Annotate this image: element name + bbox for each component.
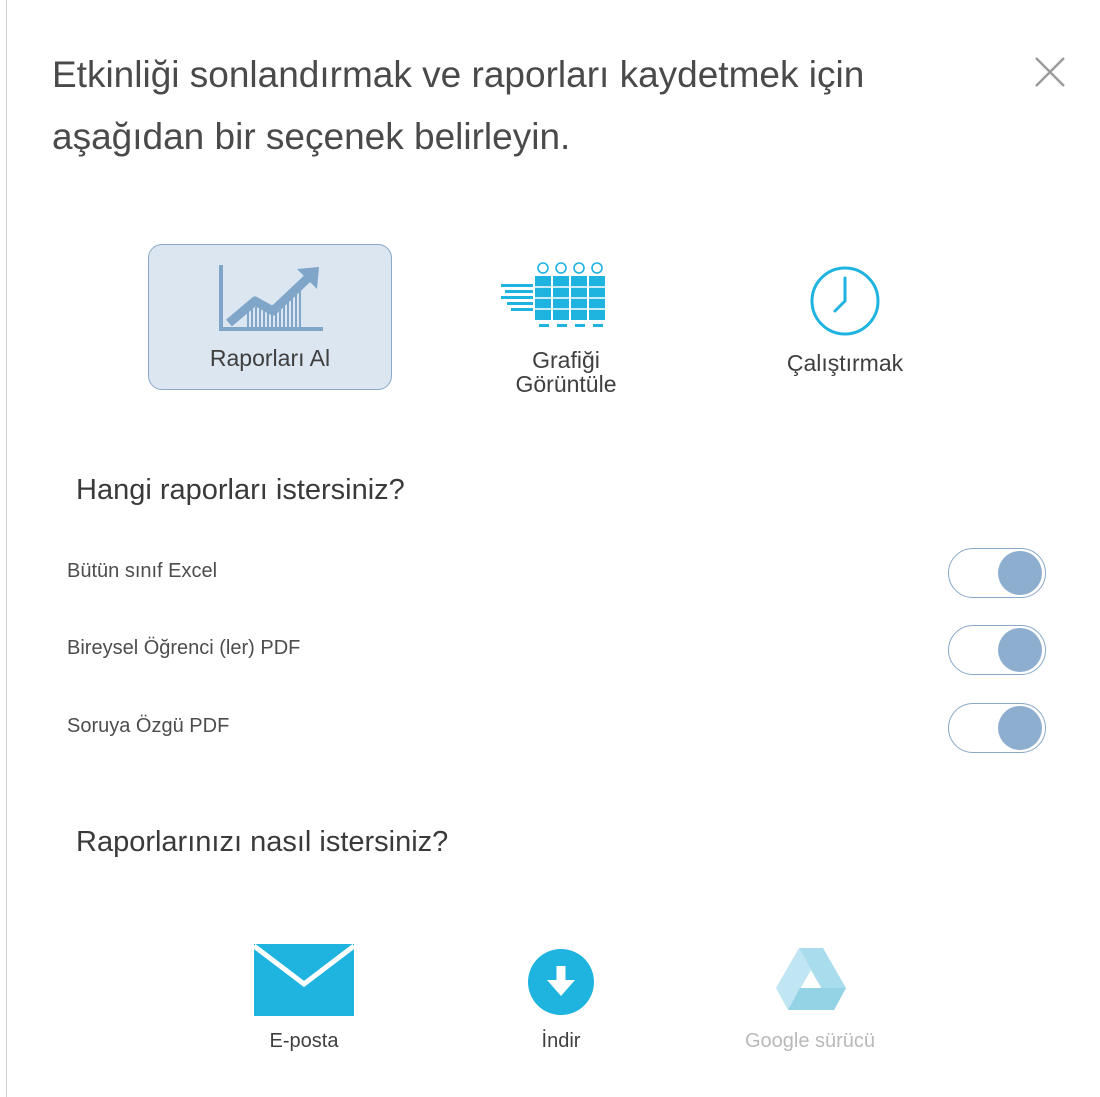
envelope-icon: [254, 944, 354, 1016]
mode-get-reports[interactable]: Raporları Al: [148, 244, 392, 390]
report-option-label: Bireysel Öğrenci (ler) PDF: [67, 637, 301, 659]
google-drive-icon: [776, 948, 846, 1010]
end-activity-dialog: Etkinliği sonlandırmak ve raporları kayd…: [0, 0, 1100, 1097]
delivery-email-button[interactable]: E-posta: [234, 944, 374, 1064]
dialog-title: Etkinliği sonlandırmak ve raporları kayd…: [52, 54, 865, 157]
delivery-email-label: E-posta: [269, 1030, 339, 1052]
delivery-download-button[interactable]: İndir: [491, 944, 631, 1064]
individual-students-pdf-toggle[interactable]: [948, 625, 1046, 675]
report-option-row: Bütün sınıf Excel: [67, 548, 1052, 604]
report-option-row: Soruya Özgü PDF: [67, 703, 1052, 759]
report-option-label: Bütün sınıf Excel: [67, 560, 218, 582]
toggle-knob: [998, 628, 1042, 672]
mode-view-chart-label-line2: Görüntüle: [515, 371, 617, 397]
mode-view-chart-label-line1: Grafiği: [532, 347, 600, 373]
download-icon: [528, 949, 594, 1015]
mode-view-chart[interactable]: Grafiği Görüntüle: [466, 262, 666, 402]
mode-run-label: Çalıştırmak: [786, 350, 904, 376]
delivery-heading: Raporlarınızı nasıl istersiniz?: [76, 826, 449, 858]
mode-get-reports-label: Raporları Al: [209, 345, 331, 371]
clock-icon: [810, 266, 880, 336]
report-option-row: Bireysel Öğrenci (ler) PDF: [67, 625, 1052, 681]
close-icon: [1035, 57, 1065, 87]
report-option-label: Soruya Özgü PDF: [67, 715, 230, 737]
toggle-knob: [998, 706, 1042, 750]
report-types-heading: Hangi raporları istersiniz?: [76, 474, 405, 506]
close-button[interactable]: [1030, 52, 1070, 92]
delivery-google-drive-button[interactable]: Google sürücü: [720, 944, 900, 1064]
toggle-knob: [998, 551, 1042, 595]
question-specific-pdf-toggle[interactable]: [948, 703, 1046, 753]
mode-run[interactable]: Çalıştırmak: [745, 262, 945, 382]
line-chart-icon: [219, 265, 323, 331]
results-grid-icon: [501, 262, 605, 327]
delivery-download-label: İndir: [541, 1030, 581, 1052]
delivery-google-drive-label: Google sürücü: [744, 1030, 876, 1052]
whole-class-excel-toggle[interactable]: [948, 548, 1046, 598]
